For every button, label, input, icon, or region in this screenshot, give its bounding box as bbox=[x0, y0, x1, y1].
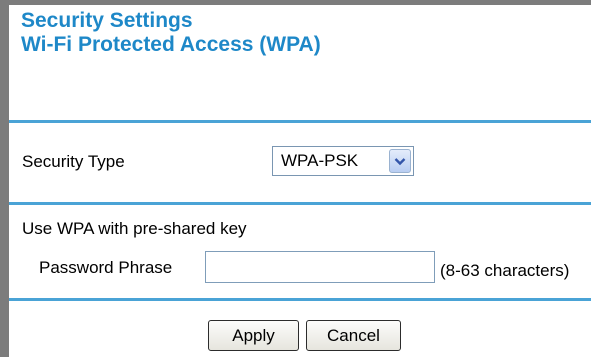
security-type-select[interactable]: WPA-PSK bbox=[272, 146, 414, 176]
password-phrase-input[interactable] bbox=[205, 251, 435, 283]
security-type-label: Security Type bbox=[22, 152, 125, 171]
settings-panel: Security Settings Wi-Fi Protected Access… bbox=[0, 0, 591, 357]
page-subtitle: Wi-Fi Protected Access (WPA) bbox=[21, 33, 321, 56]
page-title: Security Settings bbox=[21, 9, 193, 32]
divider-middle bbox=[9, 202, 591, 205]
divider-bottom bbox=[9, 298, 591, 301]
divider-top bbox=[9, 120, 591, 123]
wpa-psk-description: Use WPA with pre-shared key bbox=[22, 219, 247, 238]
security-type-value: WPA-PSK bbox=[281, 151, 359, 170]
chevron-down-icon[interactable] bbox=[389, 149, 411, 173]
password-length-hint: (8-63 characters) bbox=[440, 261, 570, 280]
cancel-button[interactable]: Cancel bbox=[306, 320, 401, 351]
password-phrase-label: Password Phrase bbox=[39, 258, 173, 277]
apply-button[interactable]: Apply bbox=[208, 320, 299, 351]
